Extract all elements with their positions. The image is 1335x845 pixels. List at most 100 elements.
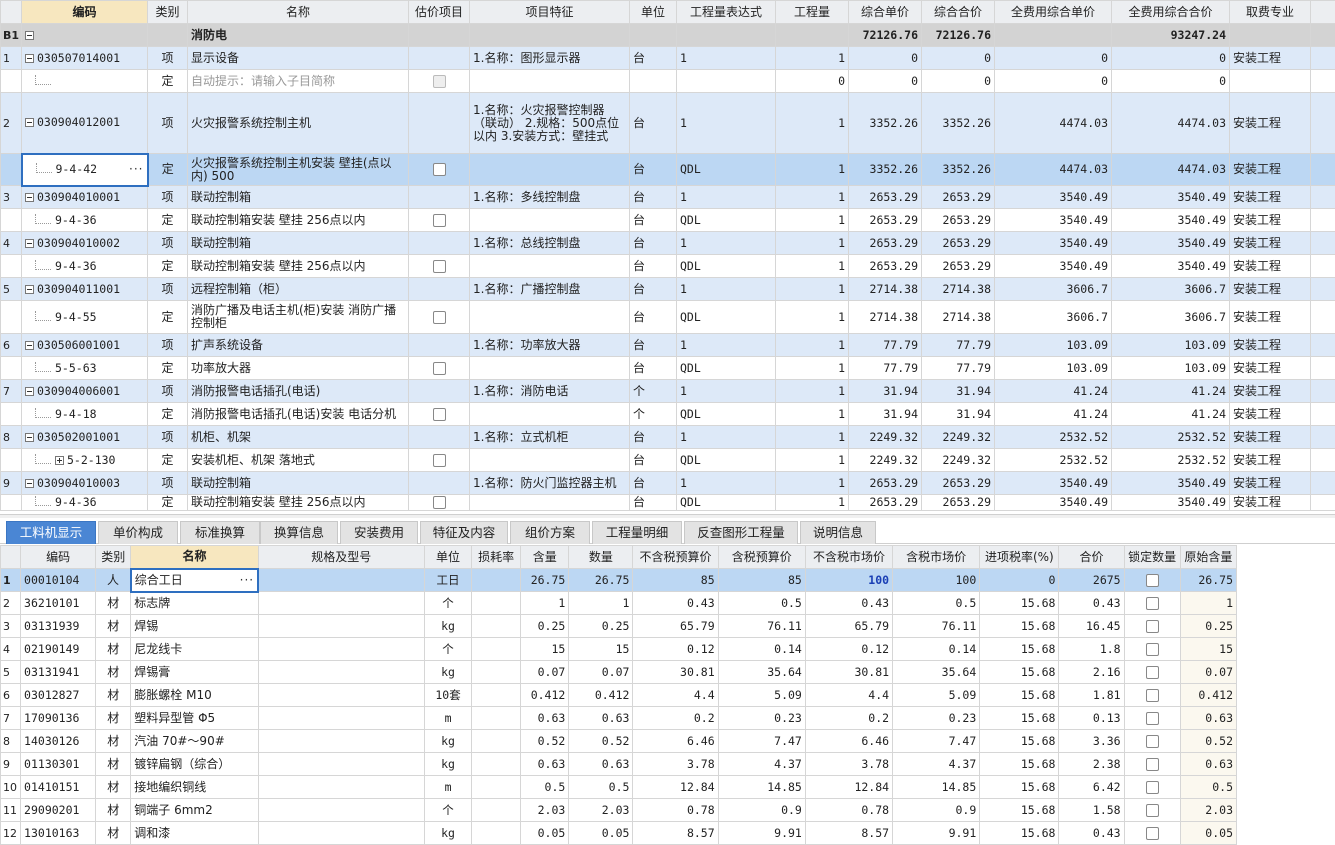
col-header-unit-price[interactable]: 综合单价 — [849, 1, 922, 24]
pretax-market-cell[interactable]: 65.79 — [805, 615, 892, 638]
loss-cell[interactable] — [472, 753, 521, 776]
name-cell[interactable]: 焊锡 — [131, 615, 258, 638]
quantity-cell[interactable]: 1 — [776, 380, 849, 403]
collapse-icon[interactable] — [25, 31, 34, 40]
content-cell[interactable]: 15 — [521, 638, 569, 661]
feature-cell[interactable] — [470, 209, 630, 232]
qty-cell[interactable]: 0.07 — [569, 661, 633, 684]
lock-qty-checkbox[interactable] — [1146, 666, 1159, 679]
name-cell[interactable]: 接地编织铜线 — [131, 776, 258, 799]
content-cell[interactable]: 0.63 — [521, 753, 569, 776]
unit-cell[interactable]: 10套 — [424, 684, 471, 707]
tax-market-cell[interactable]: 14.85 — [893, 776, 980, 799]
tax-rate-cell[interactable]: 15.68 — [980, 592, 1059, 615]
spec-cell[interactable] — [258, 684, 424, 707]
lock-qty-checkbox[interactable] — [1146, 597, 1159, 610]
lock-qty-checkbox[interactable] — [1146, 735, 1159, 748]
fee-specialty-cell[interactable]: 安装工程 — [1230, 495, 1311, 511]
code-cell[interactable]: 13010163 — [21, 822, 96, 845]
unit-cell[interactable]: kg — [424, 822, 471, 845]
unit-cell[interactable]: 个 — [630, 380, 677, 403]
name-cell[interactable]: 膨胀螺栓 M10 — [131, 684, 258, 707]
estimate-checkbox[interactable] — [433, 163, 446, 176]
collapse-icon[interactable] — [25, 193, 34, 202]
expression-cell[interactable]: QDL — [677, 255, 776, 278]
code-cell[interactable]: 02190149 — [21, 638, 96, 661]
pretax-market-cell[interactable]: 100 — [805, 569, 892, 592]
content-cell[interactable]: 0.05 — [521, 822, 569, 845]
lock-qty-checkbox[interactable] — [1146, 827, 1159, 840]
fee-specialty-cell[interactable] — [1230, 70, 1311, 93]
code-cell[interactable]: 030507014001 — [22, 47, 148, 70]
category-cell[interactable]: 材 — [96, 592, 131, 615]
category-cell[interactable]: 材 — [96, 753, 131, 776]
unit-cell[interactable]: 个 — [424, 638, 471, 661]
expression-cell[interactable]: QDL — [677, 403, 776, 426]
lock-cell[interactable] — [1124, 569, 1180, 592]
fee-specialty-cell[interactable]: 安装工程 — [1230, 426, 1311, 449]
name-cell[interactable]: 调和漆 — [131, 822, 258, 845]
code-cell[interactable]: 03131939 — [21, 615, 96, 638]
code-cell[interactable]: 9-4-36 — [22, 255, 148, 278]
category-cell[interactable]: 项 — [148, 334, 188, 357]
col-header-full-unit-price[interactable]: 全费用综合单价 — [995, 1, 1112, 24]
section-toggle[interactable] — [22, 24, 148, 47]
code-cell[interactable]: 01130301 — [21, 753, 96, 776]
col-header-full-total-price[interactable]: 全费用综合合价 — [1112, 1, 1230, 24]
col-header-category[interactable]: 类别 — [96, 546, 131, 569]
tax-market-cell[interactable]: 4.37 — [893, 753, 980, 776]
unit-cell[interactable]: 台 — [630, 334, 677, 357]
code-cell[interactable]: 030506001001 — [22, 334, 148, 357]
col-header-qty[interactable]: 数量 — [569, 546, 633, 569]
feature-cell[interactable] — [470, 449, 630, 472]
pretax-market-cell[interactable]: 0.78 — [805, 799, 892, 822]
estimate-cell[interactable] — [409, 472, 470, 495]
content-cell[interactable]: 0.5 — [521, 776, 569, 799]
code-cell[interactable]: 03012827 — [21, 684, 96, 707]
category-cell[interactable]: 材 — [96, 684, 131, 707]
tab-9[interactable]: 说明信息 — [800, 521, 876, 544]
name-cell[interactable]: 消防报警电话插孔(电话)安装 电话分机 — [188, 403, 409, 426]
estimate-cell[interactable] — [409, 47, 470, 70]
collapse-icon[interactable] — [25, 479, 34, 488]
quantity-cell[interactable]: 0 — [776, 70, 849, 93]
unit-cell[interactable]: kg — [424, 615, 471, 638]
feature-cell[interactable]: 1.名称：防火门监控器主机 — [470, 472, 630, 495]
bill-item-row[interactable]: 7030904006001项消防报警电话插孔(电话)1.名称：消防电话个1131… — [1, 380, 1335, 403]
feature-cell[interactable]: 1.名称：多线控制盘 — [470, 186, 630, 209]
more-icon[interactable]: ··· — [129, 163, 143, 176]
lock-cell[interactable] — [1124, 730, 1180, 753]
lock-qty-checkbox[interactable] — [1146, 758, 1159, 771]
lock-cell[interactable] — [1124, 707, 1180, 730]
material-row[interactable]: 717090136材塑料异型管 Φ5m0.630.630.20.230.20.2… — [1, 707, 1237, 730]
name-cell[interactable]: 消防报警电话插孔(电话) — [188, 380, 409, 403]
content-cell[interactable]: 0.412 — [521, 684, 569, 707]
bill-item-row[interactable]: 1030507014001项显示设备1.名称：图形显示器台110000安装工程 — [1, 47, 1335, 70]
fee-specialty-cell[interactable]: 安装工程 — [1230, 93, 1311, 154]
col-header-quantity[interactable]: 工程量 — [776, 1, 849, 24]
unit-cell[interactable]: 台 — [630, 232, 677, 255]
name-cell[interactable]: 汽油 70#～90# — [131, 730, 258, 753]
category-cell[interactable]: 材 — [96, 799, 131, 822]
collapse-icon[interactable] — [25, 54, 34, 63]
col-header-feature[interactable]: 项目特征 — [470, 1, 630, 24]
col-header-name[interactable]: 名称 — [131, 546, 258, 569]
expand-icon[interactable] — [55, 456, 64, 465]
material-row[interactable]: 303131939材焊锡kg0.250.2565.7976.1165.7976.… — [1, 615, 1237, 638]
code-cell[interactable] — [22, 70, 148, 93]
unit-cell[interactable]: 台 — [630, 449, 677, 472]
category-cell[interactable]: 定 — [148, 449, 188, 472]
unit-cell[interactable]: 台 — [630, 472, 677, 495]
tab-8[interactable]: 反查图形工程量 — [684, 521, 798, 544]
category-cell[interactable]: 项 — [148, 426, 188, 449]
feature-cell[interactable]: 1.名称：立式机柜 — [470, 426, 630, 449]
estimate-cell[interactable] — [409, 301, 470, 334]
quantity-cell[interactable]: 1 — [776, 301, 849, 334]
material-row[interactable]: 901130301材镀锌扁钢（综合）kg0.630.633.784.373.78… — [1, 753, 1237, 776]
code-cell[interactable]: 5-5-63 — [22, 357, 148, 380]
col-header-category[interactable]: 类别 — [148, 1, 188, 24]
code-cell[interactable]: 5-2-130 — [22, 449, 148, 472]
collapse-icon[interactable] — [25, 387, 34, 396]
spec-cell[interactable] — [258, 569, 424, 592]
unit-cell[interactable]: 工日 — [424, 569, 471, 592]
